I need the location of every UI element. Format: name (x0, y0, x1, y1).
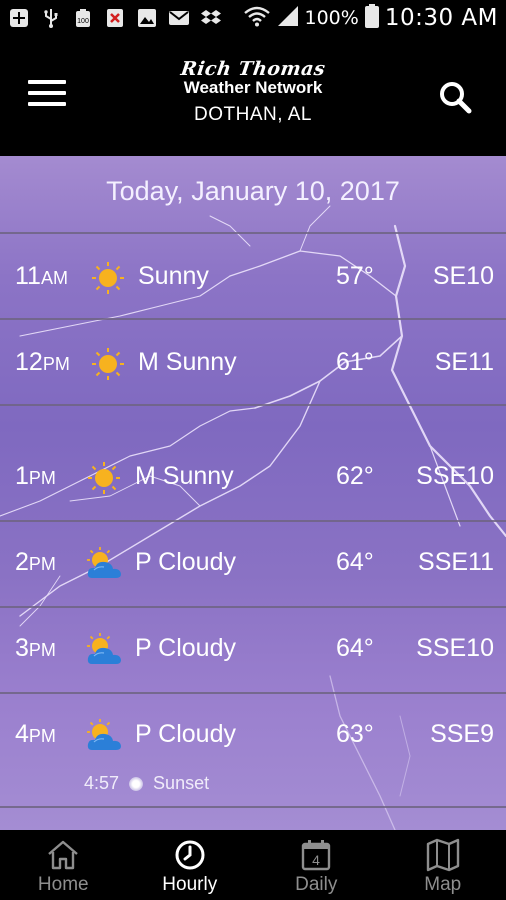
wind: SE10 (432, 262, 494, 290)
hour-time: 1PM (15, 462, 56, 491)
wind: SSE11 (418, 548, 494, 576)
sunny-icon (88, 462, 120, 494)
condition-label: P Cloudy (135, 548, 236, 576)
hour-time: 11AM (15, 262, 68, 291)
hour-ampm: PM (28, 468, 56, 488)
wind: SSE9 (430, 720, 494, 748)
nav-hourly[interactable]: Hourly (127, 830, 254, 900)
partly-cloudy-icon (87, 633, 121, 664)
clock-icon (175, 840, 205, 870)
nav-map[interactable]: Map (380, 830, 506, 900)
hour-time: 3PM (15, 634, 56, 663)
sunset-time: 4:57 (84, 773, 120, 793)
condition-label: M Sunny (138, 348, 237, 376)
hour-row: 1PM M Sunny 62° SSE10 (0, 448, 506, 532)
image-icon (136, 8, 158, 28)
notification-icons: 100 (8, 8, 222, 28)
partly-cloudy-icon (87, 719, 121, 750)
hour-ampm: PM (28, 726, 56, 746)
add-icon (8, 8, 30, 28)
partly-cloudy-icon (87, 547, 121, 578)
app-header: Rich Thomas Weather Network DOTHAN, AL (0, 36, 506, 156)
status-bar: 100 100% 10:30 AM (0, 0, 506, 36)
blocked-file-icon (104, 8, 126, 28)
sunset-label: Sunset (153, 773, 210, 793)
search-button[interactable] (436, 78, 476, 118)
calendar-icon: 4 (302, 840, 331, 871)
temperature: 61° (336, 348, 374, 376)
usb-icon (40, 8, 62, 28)
hour-time: 2PM (15, 548, 56, 577)
nav-label: Hourly (162, 874, 218, 895)
svg-text:100: 100 (77, 18, 89, 25)
brand-name: Weather Network (183, 78, 323, 97)
temperature: 63° (336, 720, 374, 748)
condition-label: M Sunny (135, 462, 234, 490)
sunny-icon (92, 262, 124, 294)
hour-value: 12 (15, 348, 43, 376)
wind: SSE10 (416, 462, 494, 490)
hour-ampm: PM (28, 640, 56, 660)
hour-ampm: PM (42, 354, 70, 374)
sunset-icon (129, 776, 144, 791)
temperature: 64° (336, 634, 374, 662)
signal-icon (277, 5, 299, 32)
divider (0, 806, 506, 808)
hourly-forecast[interactable]: Today, January 10, 2017 11AM Sunny 57° S… (0, 156, 506, 830)
hour-time: 4PM (15, 720, 56, 749)
nav-label: Map (424, 874, 462, 895)
condition-label: P Cloudy (135, 720, 236, 748)
battery-icon (364, 3, 379, 33)
sunset-row: 4:57 Sunset (84, 773, 209, 794)
temperature: 64° (336, 548, 374, 576)
wind: SSE10 (416, 634, 494, 662)
divider (0, 232, 506, 234)
hour-value: 11 (15, 262, 41, 290)
search-icon (440, 82, 472, 114)
hour-row: 4PM P Cloudy 63° SSE9 (0, 706, 506, 790)
condition-label: P Cloudy (135, 634, 236, 662)
hour-row: 3PM P Cloudy 64° SSE10 (0, 620, 506, 704)
hour-value: 1 (15, 462, 29, 490)
calendar-badge: 4 (312, 852, 320, 868)
hour-value: 2 (15, 548, 29, 576)
condition-label: Sunny (138, 262, 209, 290)
temperature: 57° (336, 262, 374, 290)
home-icon (48, 840, 79, 870)
hour-value: 3 (15, 634, 29, 662)
hour-row: 2PM P Cloudy 64° SSE11 (0, 534, 506, 618)
hour-ampm: PM (28, 554, 56, 574)
hour-ampm: AM (40, 268, 68, 288)
battery-percent: 100% (304, 7, 359, 29)
nav-label: Daily (295, 874, 338, 895)
map-icon (426, 838, 459, 872)
nav-label: Home (37, 874, 89, 895)
brand-script: Rich Thomas (179, 58, 327, 80)
nav-daily[interactable]: 4 Daily (253, 830, 380, 900)
nav-home[interactable]: Home (0, 830, 127, 900)
wifi-icon (243, 5, 271, 32)
temperature: 62° (336, 462, 374, 490)
date-title: Today, January 10, 2017 (106, 176, 400, 206)
sunny-icon (92, 348, 124, 380)
hour-value: 4 (15, 720, 29, 748)
battery-saver-icon: 100 (72, 8, 94, 28)
wind: SE11 (434, 348, 494, 376)
clock-time: 10:30 AM (384, 5, 498, 31)
dropbox-icon (200, 8, 222, 28)
mail-icon (168, 8, 190, 28)
hour-row: 12PM M Sunny 61° SE11 (0, 334, 506, 418)
bottom-navigation: Home Hourly 4 Daily Map (0, 830, 506, 900)
hour-row: 11AM Sunny 57° SE10 (0, 248, 506, 332)
location-label: DOTHAN, AL (194, 104, 312, 125)
brand-logo: Rich Thomas Weather Network DOTHAN, AL (0, 58, 506, 126)
hour-time: 12PM (15, 348, 70, 377)
